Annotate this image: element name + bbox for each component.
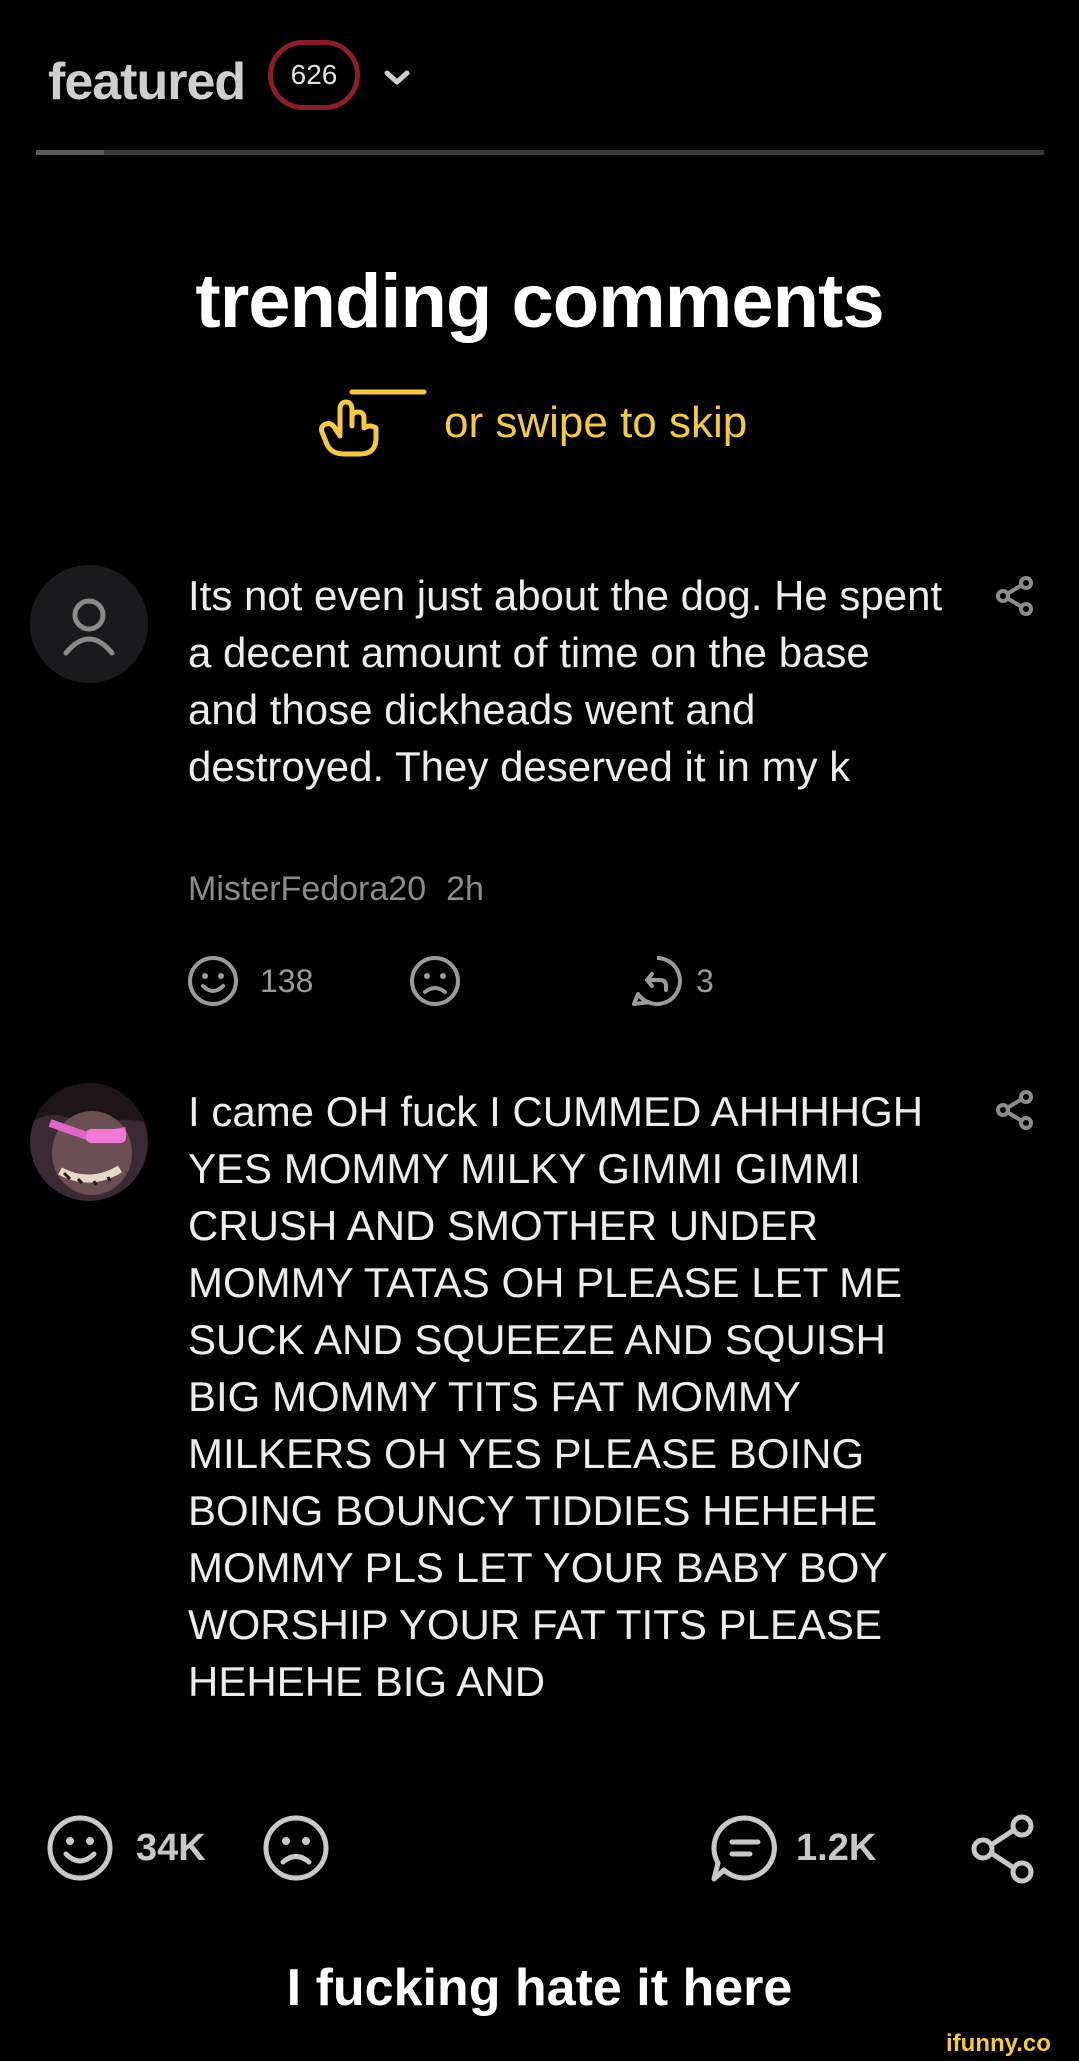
- comment-text: Its not even just about the dog. He spen…: [188, 572, 943, 790]
- comment-meta: MisterFedora20 2h: [188, 870, 484, 909]
- comment-icon: [711, 1815, 777, 1882]
- trending-comments-title: trending comments: [195, 259, 884, 344]
- feed-title[interactable]: featured: [48, 52, 246, 112]
- share-icon[interactable]: [970, 1814, 1036, 1884]
- smile-icon: [47, 1815, 113, 1881]
- smile-icon: [188, 956, 238, 1006]
- avatar-default[interactable]: [30, 565, 148, 683]
- smile-button[interactable]: 138: [186, 954, 313, 1008]
- comment-text: I came OH fuck I CUMMED AHHHHGH YES MOMM…: [188, 1088, 924, 1705]
- swipe-hint-text: or swipe to skip: [444, 398, 748, 447]
- watermark: ifunny.co: [946, 2030, 1051, 2057]
- swipe-hint: or swipe to skip: [318, 388, 747, 458]
- user-icon: [63, 598, 115, 656]
- reply-icon: [632, 956, 682, 1006]
- post-comments-button[interactable]: 1.2K: [710, 1810, 876, 1886]
- comment-time: 2h: [446, 870, 484, 908]
- chevron-down-icon[interactable]: [382, 66, 412, 90]
- tab-active-indicator: [36, 150, 104, 155]
- share-icon[interactable]: [996, 1090, 1034, 1130]
- post-comment-count: 1.2K: [796, 1826, 877, 1869]
- featured-count-badge: 626: [268, 40, 360, 110]
- unsmile-icon[interactable]: [408, 954, 462, 1008]
- unsmile-icon[interactable]: [262, 1814, 330, 1882]
- meme-caption: I fucking hate it here: [286, 1959, 793, 2017]
- smile-count: 138: [260, 962, 314, 999]
- post-smile-button[interactable]: 34K: [46, 1810, 206, 1886]
- avatar-user[interactable]: [30, 1083, 148, 1201]
- reply-count: 3: [696, 962, 714, 999]
- swipe-hand-icon: [319, 389, 427, 457]
- share-icon[interactable]: [996, 576, 1034, 616]
- comment-username[interactable]: MisterFedora20: [188, 870, 426, 908]
- post-smile-count: 34K: [136, 1826, 206, 1869]
- reply-button[interactable]: 3: [630, 954, 714, 1008]
- tab-underline: [36, 150, 1044, 155]
